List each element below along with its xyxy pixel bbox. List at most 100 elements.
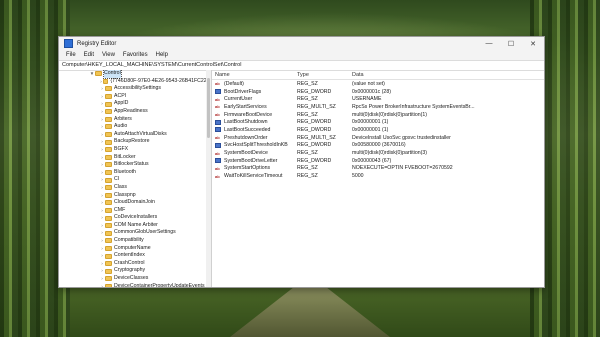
- column-header-name[interactable]: Name: [212, 72, 297, 78]
- tree-item-label: ACPI: [114, 92, 127, 99]
- tree-item-label: CrashControl: [114, 259, 145, 266]
- column-header-type[interactable]: Type: [297, 72, 352, 78]
- minimize-button[interactable]: —: [478, 40, 500, 47]
- tree-item[interactable]: › AppReadiness: [59, 108, 211, 116]
- menu-bar: File Edit View Favorites Help: [59, 50, 544, 60]
- value-type: REG_MULTI_SZ: [297, 134, 336, 141]
- string-value-icon: ab: [215, 104, 220, 110]
- tree-item[interactable]: › CloudDomainJoin: [59, 199, 211, 207]
- folder-icon: [105, 261, 112, 267]
- tree-item[interactable]: › Compatibility: [59, 237, 211, 245]
- tree-item[interactable]: › ComputerName: [59, 245, 211, 253]
- binary-value-icon: [215, 119, 221, 125]
- folder-icon: [105, 86, 112, 92]
- tree-item-label: Bluetooth: [114, 168, 136, 175]
- value-data: 0x00000001 (1): [352, 126, 389, 133]
- value-data: 5000: [352, 173, 364, 180]
- value-row[interactable]: ab CurrentUser REG_SZ USERNAME: [212, 95, 544, 103]
- folder-icon: [105, 109, 112, 115]
- tree-item[interactable]: › Arbiters: [59, 116, 211, 124]
- tree-item[interactable]: › DeviceClasses: [59, 275, 211, 283]
- tree-item[interactable]: › CI: [59, 176, 211, 184]
- value-name: BootDriverFlags: [224, 88, 262, 95]
- value-row[interactable]: ab (Default) REG_SZ (value not set): [212, 80, 544, 88]
- folder-icon: [105, 139, 112, 145]
- folder-icon: [105, 94, 112, 100]
- values-pane: Name Type Data ab (Default) REG_SZ (value n…: [212, 70, 544, 287]
- tree-item-label: ContentIndex: [114, 252, 145, 259]
- folder-icon: [105, 170, 112, 176]
- tree-item-label: AccessibilitySettings: [114, 85, 161, 92]
- tree-item[interactable]: › ACPI: [59, 93, 211, 101]
- string-value-icon: ab: [215, 135, 220, 141]
- maximize-button[interactable]: ☐: [500, 40, 522, 48]
- value-row[interactable]: ab PreshutdownOrder REG_MULTI_SZ DeviceInst…: [212, 134, 544, 142]
- tree-item-label: COM Name Arbiter: [114, 221, 158, 228]
- tree-item[interactable]: › CommonGlobUserSettings: [59, 229, 211, 237]
- tree-scrollbar[interactable]: [206, 70, 211, 287]
- tree-item-label: AppReadiness: [114, 107, 148, 114]
- menu-help[interactable]: Help: [156, 52, 168, 58]
- tree-item[interactable]: › AccessibilitySettings: [59, 85, 211, 93]
- tree-item[interactable]: › Audio: [59, 123, 211, 131]
- tree-item[interactable]: › CoDeviceInstallers: [59, 214, 211, 222]
- tree-item-label: DeviceClasses: [114, 275, 149, 282]
- column-header-data[interactable]: Data: [352, 72, 544, 78]
- value-row[interactable]: LastBootShutdown REG_DWORD 0x00000001 (1): [212, 118, 544, 126]
- tree-scrollbar-thumb[interactable]: [207, 78, 210, 138]
- tree-item[interactable]: › BitLocker: [59, 154, 211, 162]
- tree-item[interactable]: › BackupRestore: [59, 138, 211, 146]
- value-row[interactable]: ab WaitToKillServiceTimeout REG_SZ 5000: [212, 172, 544, 180]
- folder-icon: [105, 207, 112, 213]
- tree-item[interactable]: › Classpnp: [59, 192, 211, 200]
- value-data: (value not set): [352, 80, 385, 87]
- tree-item-label: CMF: [114, 206, 126, 213]
- value-name: SystemBootDriveLetter: [224, 157, 278, 164]
- menu-view[interactable]: View: [102, 52, 115, 58]
- tree-item[interactable]: › DeviceContainerPropertyUpdateEvents: [59, 283, 211, 287]
- tree-item-label: Arbiters: [114, 115, 132, 122]
- value-data: 0x00580000 (3670016): [352, 142, 406, 149]
- tree-item-control[interactable]: ▼ Control: [59, 70, 211, 79]
- tree-item[interactable]: › CMF: [59, 207, 211, 215]
- tree-item[interactable]: › AppID: [59, 100, 211, 108]
- close-button[interactable]: ✕: [522, 40, 544, 48]
- value-name-cell: SvcHostSplitThresholdInKB: [212, 142, 297, 148]
- tree-item[interactable]: › Class: [59, 184, 211, 192]
- value-name-cell: LastBootSucceeded: [212, 127, 297, 133]
- value-row[interactable]: ab SystemBootDevice REG_SZ multi(0)disk(0)r…: [212, 149, 544, 157]
- tree-item[interactable]: › BGFX: [59, 146, 211, 154]
- tree-item[interactable]: › CrashControl: [59, 260, 211, 268]
- value-type: REG_DWORD: [297, 88, 332, 95]
- tree-item[interactable]: › Cryptography: [59, 267, 211, 275]
- folder-icon: [105, 276, 112, 282]
- value-row[interactable]: LastBootSucceeded REG_DWORD 0x00000001 (1): [212, 126, 544, 134]
- folder-icon: [105, 192, 112, 198]
- tree-item[interactable]: › ContentIndex: [59, 252, 211, 260]
- value-data: USERNAME: [352, 96, 382, 103]
- tree-item-label: Audio: [114, 123, 128, 130]
- menu-edit[interactable]: Edit: [84, 52, 94, 58]
- tree-item[interactable]: › {7746D80F-97E0-4E26-9543-26B41FC22...: [59, 78, 211, 86]
- tree-item-label: BitlockerStatus: [114, 161, 149, 168]
- value-name: CurrentUser: [224, 96, 253, 103]
- registry-editor-icon: [64, 39, 73, 48]
- menu-file[interactable]: File: [66, 52, 76, 58]
- value-row[interactable]: ab SystemStartOptions REG_SZ NOEXECUTE=OPTI…: [212, 165, 544, 173]
- tree-item[interactable]: › COM Name Arbiter: [59, 222, 211, 230]
- value-name-cell: ab EarlyStartServices: [212, 104, 297, 110]
- value-row[interactable]: BootDriverFlags REG_DWORD 0x0000001c (28): [212, 88, 544, 96]
- value-row[interactable]: ab FirmwareBootDevice REG_SZ multi(0)disk(0…: [212, 111, 544, 119]
- key-tree[interactable]: ▼ Control › {7746D80F-97E0-4E26-9543-26B4…: [59, 70, 212, 287]
- value-row[interactable]: SystemBootDriveLetter REG_DWORD 0x00000043…: [212, 157, 544, 165]
- title-bar[interactable]: Registry Editor — ☐ ✕: [59, 37, 544, 50]
- tree-item[interactable]: › BitlockerStatus: [59, 161, 211, 169]
- value-row[interactable]: SvcHostSplitThresholdInKB REG_DWORD 0x0058…: [212, 142, 544, 150]
- menu-favorites[interactable]: Favorites: [123, 52, 148, 58]
- tree-item[interactable]: › Bluetooth: [59, 169, 211, 177]
- value-row[interactable]: ab EarlyStartServices REG_MULTI_SZ RpcSs Po…: [212, 103, 544, 111]
- values-list: ab (Default) REG_SZ (value not set) BootDriv…: [212, 80, 544, 180]
- string-value-icon: ab: [215, 150, 220, 156]
- tree-item[interactable]: › AutoAttachVirtualDisks: [59, 131, 211, 139]
- tree-item-label: ComputerName: [114, 244, 151, 251]
